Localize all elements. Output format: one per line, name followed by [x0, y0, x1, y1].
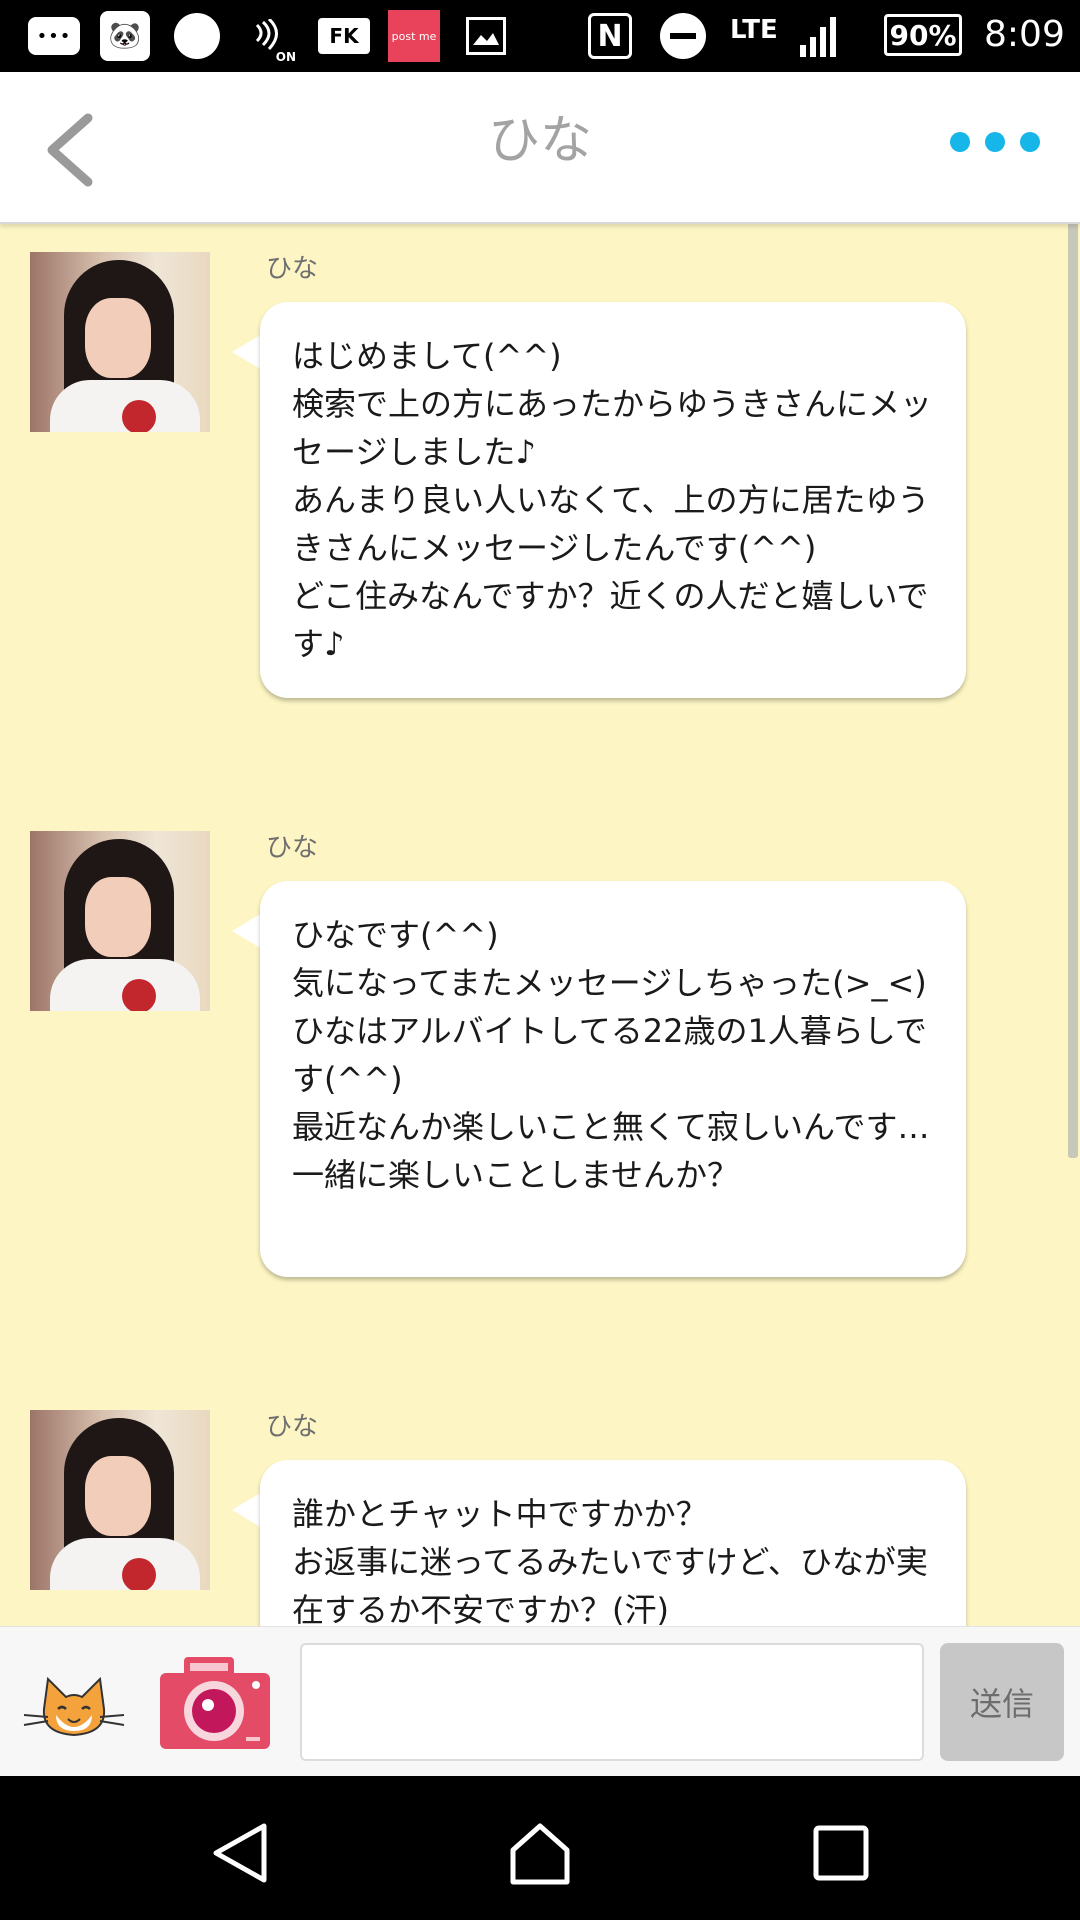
bubble-tail: [232, 334, 262, 370]
bubble-tail: [232, 913, 262, 949]
camera-button[interactable]: [156, 1653, 274, 1753]
bubble-tail: [232, 1492, 262, 1528]
postme-icon: post me: [388, 10, 440, 62]
app-header: ひな: [0, 72, 1080, 224]
nav-home-button[interactable]: [505, 1818, 575, 1888]
message-input[interactable]: [300, 1643, 924, 1761]
more-options-button[interactable]: [950, 132, 1050, 162]
avatar[interactable]: [30, 831, 210, 1011]
back-triangle-icon: [213, 1823, 267, 1883]
chat-area[interactable]: ひな はじめまして(^^) 検索で上の方にあったからゆうきさんにメッセージしまし…: [0, 222, 1080, 1626]
sender-name: ひな: [266, 254, 319, 284]
circle-icon: [174, 13, 220, 59]
avatar[interactable]: [30, 252, 210, 432]
sender-name: ひな: [266, 833, 319, 863]
stamp-button[interactable]: [22, 1671, 126, 1743]
nfc-icon: N: [588, 13, 632, 59]
clock: 8:09: [984, 14, 1065, 55]
signal-icon: [798, 13, 844, 59]
message-input-bar: 送信: [0, 1626, 1080, 1777]
cat-icon: [23, 1676, 125, 1737]
panda-icon: 🐼: [100, 11, 150, 61]
fk-icon: FK: [318, 18, 370, 54]
status-bar: 🐼 ON FK post me N LTE 90% 8:09: [0, 0, 1080, 72]
recents-square-icon: [813, 1825, 869, 1881]
camera-icon: [160, 1657, 270, 1749]
more-dots-icon: [1020, 132, 1040, 152]
system-nav-bar: [0, 1776, 1080, 1920]
more-dots-icon: [950, 132, 970, 152]
message-bubble: はじめまして(^^) 検索で上の方にあったからゆうきさんにメッセージしました♪ …: [260, 302, 966, 698]
lte-icon: LTE: [730, 15, 778, 45]
message-bubble: ひなです(^^) 気になってまたメッセージしちゃった(>_<) ひなはアルバイト…: [260, 881, 966, 1277]
message-bubble: 誰かとチャット中ですかか？ お返事に迷ってるみたいですけど、ひなが実在するか不安…: [260, 1460, 966, 1626]
dnd-icon: [660, 13, 706, 59]
home-icon: [510, 1823, 570, 1885]
nav-back-button[interactable]: [206, 1818, 276, 1888]
chat-bubble-icon: [28, 17, 80, 55]
send-button[interactable]: 送信: [940, 1643, 1064, 1761]
nfc-on-icon: ON: [246, 12, 296, 64]
more-dots-icon: [985, 132, 1005, 152]
page-title: ひな: [487, 111, 592, 171]
avatar[interactable]: [30, 1410, 210, 1590]
nav-recents-button[interactable]: [806, 1818, 876, 1888]
battery-icon: 90%: [884, 14, 962, 56]
scrollbar[interactable]: [1068, 222, 1078, 1158]
sender-name: ひな: [266, 1412, 319, 1442]
image-icon: [466, 17, 506, 55]
